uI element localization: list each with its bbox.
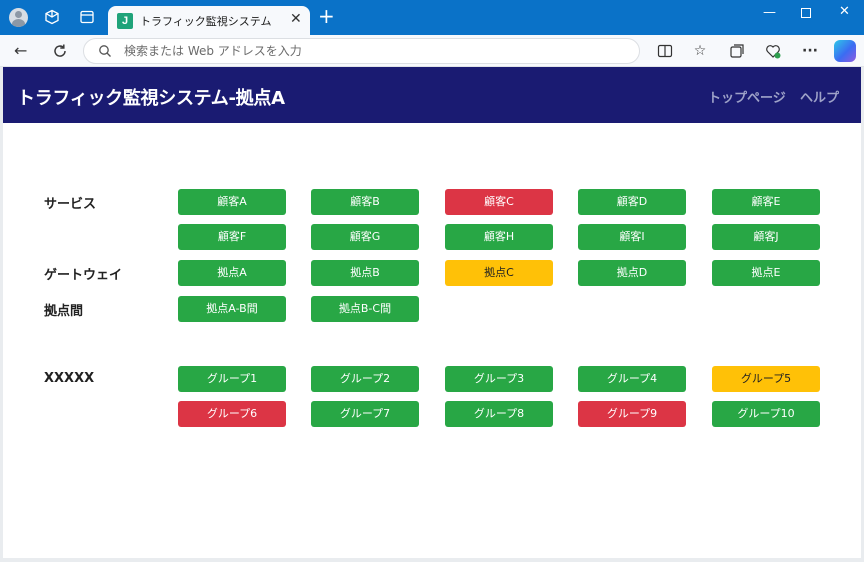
status-button-group-4[interactable]: グループ4	[578, 366, 686, 392]
status-button-site-a[interactable]: 拠点A	[178, 260, 286, 286]
favorites-star-icon[interactable]: ☆	[692, 43, 708, 59]
status-button-site-b[interactable]: 拠点B	[311, 260, 419, 286]
minimize-icon[interactable]: —	[763, 5, 776, 20]
status-button-customer-f[interactable]: 顧客F	[178, 224, 286, 250]
status-button-group-2[interactable]: グループ2	[311, 366, 419, 392]
status-button-site-b-c[interactable]: 拠点B-C間	[311, 296, 419, 322]
status-button-site-d[interactable]: 拠点D	[578, 260, 686, 286]
status-button-group-8[interactable]: グループ8	[445, 401, 553, 427]
page-title: トラフィック監視システム-拠点A	[17, 88, 285, 109]
nav-link-top-page[interactable]: トップページ	[708, 87, 786, 106]
copilot-icon[interactable]	[834, 40, 856, 62]
browser-toolbar: ← ☆ ···	[0, 35, 864, 67]
refresh-icon[interactable]	[52, 43, 68, 59]
status-button-customer-a[interactable]: 顧客A	[178, 189, 286, 215]
status-button-group-3[interactable]: グループ3	[445, 366, 553, 392]
workspaces-icon[interactable]	[44, 9, 60, 25]
search-icon	[99, 45, 111, 57]
maximize-icon[interactable]	[801, 8, 811, 18]
status-button-group-10[interactable]: グループ10	[712, 401, 820, 427]
status-button-customer-h[interactable]: 顧客H	[445, 224, 553, 250]
profile-avatar-icon[interactable]	[9, 8, 28, 27]
new-tab-plus-icon[interactable]: +	[318, 6, 335, 26]
window-frame-bottom	[0, 558, 864, 562]
window-close-icon[interactable]: ✕	[839, 4, 850, 19]
browser-tab-active[interactable]: J トラフィック監視システム ✕	[108, 6, 310, 35]
status-button-group-6[interactable]: グループ6	[178, 401, 286, 427]
status-button-site-c[interactable]: 拠点C	[445, 260, 553, 286]
status-button-group-1[interactable]: グループ1	[178, 366, 286, 392]
status-button-customer-e[interactable]: 顧客E	[712, 189, 820, 215]
tab-title: トラフィック監視システム	[140, 15, 272, 28]
browser-titlebar: J トラフィック監視システム ✕ + — ✕	[0, 0, 864, 35]
status-button-customer-c[interactable]: 顧客C	[445, 189, 553, 215]
status-button-site-e[interactable]: 拠点E	[712, 260, 820, 286]
status-button-site-a-b[interactable]: 拠点A-B間	[178, 296, 286, 322]
status-button-group-9[interactable]: グループ9	[578, 401, 686, 427]
browser-essentials-heart-icon[interactable]	[765, 43, 781, 59]
tab-close-icon[interactable]: ✕	[290, 11, 302, 27]
collections-icon[interactable]	[729, 43, 745, 59]
address-bar[interactable]	[83, 38, 640, 64]
tab-actions-icon[interactable]	[79, 9, 95, 25]
status-button-customer-i[interactable]: 顧客I	[578, 224, 686, 250]
nav-link-help[interactable]: ヘルプ	[800, 87, 839, 106]
tab-favicon-icon: J	[117, 13, 133, 29]
section-label-gateway: ゲートウェイ	[44, 268, 123, 283]
section-label-inter-site: 拠点間	[44, 304, 84, 319]
split-screen-icon[interactable]	[657, 43, 673, 59]
address-input[interactable]	[124, 42, 624, 60]
status-button-customer-b[interactable]: 顧客B	[311, 189, 419, 215]
more-options-icon[interactable]: ···	[802, 43, 818, 59]
back-arrow-icon[interactable]: ←	[14, 42, 27, 60]
status-button-customer-d[interactable]: 顧客D	[578, 189, 686, 215]
status-button-customer-g[interactable]: 顧客G	[311, 224, 419, 250]
app-header: トラフィック監視システム-拠点A トップページ ヘルプ	[3, 67, 861, 123]
section-label-xxxxx: XXXXX	[44, 371, 95, 386]
window-frame-left	[0, 67, 3, 562]
section-label-service: サービス	[44, 197, 97, 212]
status-button-group-7[interactable]: グループ7	[311, 401, 419, 427]
status-button-group-5[interactable]: グループ5	[712, 366, 820, 392]
status-button-customer-j[interactable]: 顧客J	[712, 224, 820, 250]
